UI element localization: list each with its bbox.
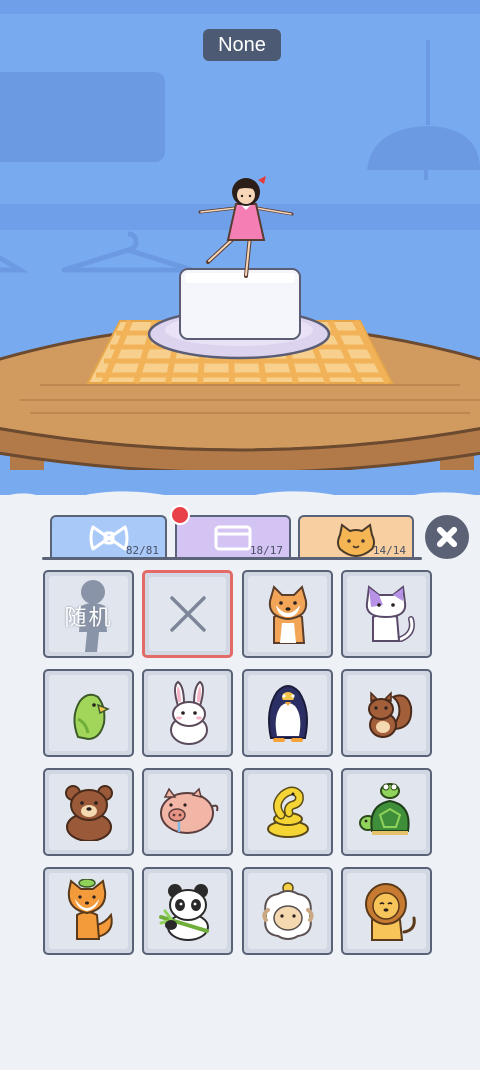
close-icon (169, 596, 206, 632)
grid-item-penguin[interactable] (242, 669, 333, 757)
cat-face-icon (337, 523, 375, 557)
grid-item-panda[interactable] (142, 867, 233, 955)
pig-icon (159, 787, 218, 834)
tab-underline (42, 557, 422, 560)
tab-accessories[interactable]: 82/81 (50, 515, 167, 559)
turtle-with-frog-icon (358, 783, 410, 835)
penguin-icon (267, 685, 308, 742)
tab-bases[interactable]: 18/17 (175, 515, 291, 559)
panel-edge (0, 491, 480, 508)
grid-item-fox[interactable] (43, 867, 134, 955)
random-label: 随机 (64, 606, 113, 631)
white-rabbit-icon (169, 680, 208, 745)
wall-stripe (0, 0, 480, 14)
yellow-snake-icon (266, 786, 309, 838)
grid-item-none[interactable] (142, 570, 233, 658)
grid-item-purple-cat[interactable] (341, 570, 432, 658)
squirrel-icon (367, 691, 412, 738)
bow-icon (89, 525, 128, 551)
game-scene: None (0, 0, 480, 500)
notification-badge (170, 505, 190, 525)
grid-item-pig[interactable] (142, 768, 233, 856)
close-button[interactable] (425, 515, 469, 559)
brown-bear-icon (64, 785, 113, 841)
fox-icon (67, 879, 113, 940)
purple-cat-icon (365, 585, 415, 642)
grid-item-parrot[interactable] (43, 669, 134, 757)
hanger-icon (0, 255, 30, 273)
lion-icon (364, 883, 416, 941)
hanger-icon (61, 231, 195, 273)
grid-item-turtle[interactable] (341, 768, 432, 856)
grid-item-random[interactable]: 随机 (43, 570, 134, 658)
box-icon (214, 525, 252, 551)
scene-label: None (203, 29, 281, 61)
sheep-with-chick-icon (261, 882, 314, 940)
grid-item-bear[interactable] (43, 768, 134, 856)
tab-count: 14/14 (372, 544, 406, 557)
grid-item-sheep[interactable] (242, 867, 333, 955)
grid-item-snake[interactable] (242, 768, 333, 856)
tab-count: 82/81 (125, 544, 159, 557)
lamp-icon (367, 40, 480, 180)
tab-animals[interactable]: 14/14 (298, 515, 414, 559)
green-parrot-icon (73, 693, 110, 741)
grid-item-shiba[interactable] (242, 570, 333, 658)
tab-count: 18/17 (249, 544, 283, 557)
wall-panel (0, 72, 165, 162)
dancing-girl (198, 176, 294, 278)
grid-item-squirrel[interactable] (341, 669, 432, 757)
shiba-dog-icon (268, 585, 307, 644)
grid-item-lion[interactable] (341, 867, 432, 955)
grid-item-rabbit[interactable] (142, 669, 233, 757)
panda-icon (158, 884, 209, 941)
